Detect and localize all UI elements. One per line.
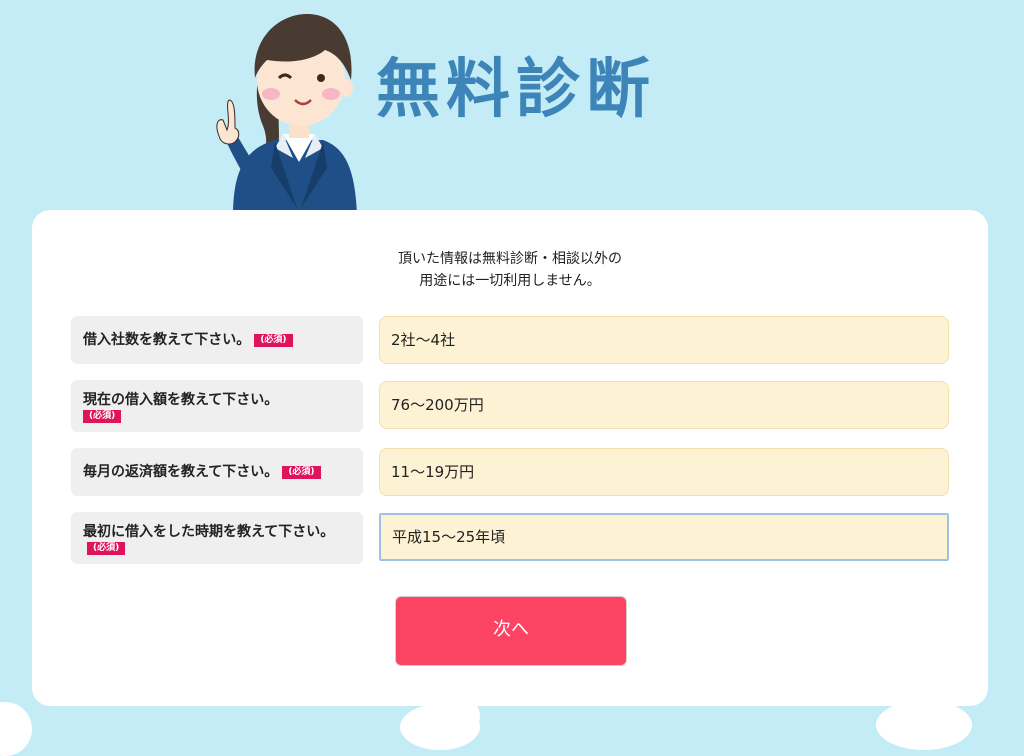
- borrowing-count-select[interactable]: 2社〜4社: [379, 316, 949, 364]
- required-badge: (必須): [282, 465, 321, 479]
- diagnosis-form-card: 頂いた情報は無料診断・相談以外の 用途には一切利用しません。 借入社数を教えて下…: [32, 210, 988, 706]
- required-badge: (必須): [254, 333, 293, 347]
- privacy-notice: 頂いた情報は無料診断・相談以外の 用途には一切利用しません。: [32, 248, 988, 292]
- privacy-notice-line-2: 用途には一切利用しません。: [419, 273, 601, 289]
- advisor-mascot-illustration: [216, 14, 357, 215]
- privacy-notice-line-1: 頂いた情報は無料診断・相談以外の: [398, 251, 622, 267]
- question-label-text: 借入社数を教えて下さい。: [83, 332, 251, 348]
- page-title: 無料診断: [376, 53, 656, 127]
- cloud-decoration-left: [0, 702, 32, 756]
- required-badge: (必須): [87, 541, 126, 555]
- question-label-text: 毎月の返済額を教えて下さい。: [83, 464, 279, 480]
- question-borrowing-count-label: 借入社数を教えて下さい。 (必須): [71, 316, 363, 364]
- required-badge: (必須): [83, 409, 122, 423]
- current-debt-select[interactable]: 76〜200万円: [379, 381, 949, 429]
- question-label-text: 最初に借入をした時期を教えて下さい。: [83, 523, 335, 540]
- page-header: 無料診断: [0, 0, 1024, 215]
- next-button[interactable]: 次へ: [395, 596, 627, 666]
- question-label-line: 最初に借入をした時期を教えて下さい。 (必須): [83, 522, 351, 555]
- first-borrowing-period-select[interactable]: 平成15〜25年頃: [379, 513, 949, 561]
- question-monthly-payment-label: 毎月の返済額を教えて下さい。 (必須): [71, 448, 363, 496]
- question-label-text: 現在の借入額を教えて下さい。: [83, 391, 279, 408]
- monthly-payment-select[interactable]: 11〜19万円: [379, 448, 949, 496]
- question-current-debt-label: 現在の借入額を教えて下さい。 (必須): [71, 380, 363, 432]
- question-first-borrowing-period-label: 最初に借入をした時期を教えて下さい。 (必須): [71, 512, 363, 564]
